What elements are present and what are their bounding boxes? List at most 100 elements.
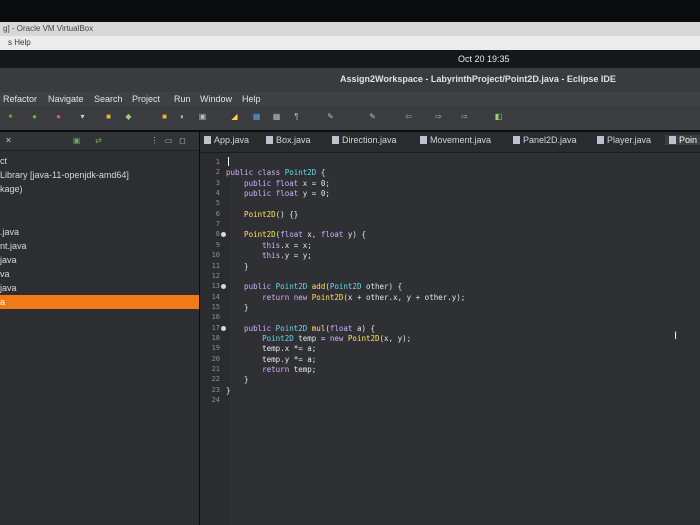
mouse-cursor-icon: I bbox=[674, 330, 678, 342]
code-line[interactable]: this.x = x; bbox=[226, 241, 312, 250]
collapse-icon[interactable]: ▣ bbox=[72, 136, 81, 145]
code-token: temp.x *= a; bbox=[226, 344, 317, 354]
guest-topbar: Oct 20 19:35 bbox=[0, 50, 700, 68]
highlight-icon[interactable]: ◢ bbox=[230, 112, 239, 121]
mark-icon[interactable]: ▦ bbox=[252, 112, 261, 121]
tree-item[interactable]: ct bbox=[0, 156, 7, 166]
toggle-icon[interactable]: ▦ bbox=[272, 112, 281, 121]
dropdown-icon[interactable]: ▾ bbox=[78, 112, 87, 121]
code-token: Point2D bbox=[226, 209, 276, 219]
code-line[interactable]: return temp; bbox=[226, 365, 316, 374]
code-line[interactable]: Point2D(float x, float y) { bbox=[226, 230, 366, 239]
debug-icon[interactable]: ● bbox=[30, 112, 39, 121]
java-file-icon bbox=[513, 136, 520, 144]
new-icon[interactable]: ✦ bbox=[6, 112, 15, 121]
minimize-icon[interactable]: ▭ bbox=[164, 136, 173, 145]
java-file-icon bbox=[332, 136, 339, 144]
menu-run[interactable]: Run bbox=[174, 92, 191, 106]
tab-player[interactable]: Player.java bbox=[597, 135, 651, 145]
line-number: 4 bbox=[215, 189, 220, 198]
code-line[interactable]: } bbox=[226, 386, 231, 395]
eclipse-titlebar: Assign2Workspace - LabyrinthProject/Poin… bbox=[0, 68, 700, 92]
code-line[interactable]: } bbox=[226, 262, 249, 271]
code-line[interactable]: return new Point2D(x + other.x, y + othe… bbox=[226, 293, 465, 302]
link-icon[interactable]: ⇄ bbox=[94, 136, 103, 145]
eclipse-menubar: Refactor Navigate Search Project Run Win… bbox=[0, 92, 700, 106]
line-number: 9 bbox=[215, 240, 220, 249]
menu-refactor[interactable]: Refactor bbox=[3, 92, 37, 106]
line-number: 16 bbox=[211, 313, 220, 322]
code-line[interactable]: public class Point2D { bbox=[226, 168, 325, 177]
package-explorer-header: ✕ ▣ ⇄ ⋮ ▭ ◻ bbox=[0, 132, 199, 151]
tree-item[interactable]: java bbox=[0, 283, 17, 293]
tab-movement[interactable]: Movement.java bbox=[420, 135, 491, 145]
tab-panel2d[interactable]: Panel2D.java bbox=[513, 135, 577, 145]
code-token: add bbox=[311, 282, 326, 292]
menu-help[interactable]: Help bbox=[242, 92, 261, 106]
tree-item[interactable]: nt.java bbox=[0, 241, 27, 251]
line-number: 14 bbox=[211, 292, 220, 301]
code-token: public class bbox=[226, 168, 285, 178]
line-number: 3 bbox=[215, 178, 220, 187]
annotation-icon[interactable]: ✎ bbox=[326, 112, 335, 121]
line-number: 5 bbox=[215, 199, 220, 208]
menu-project[interactable]: Project bbox=[132, 92, 160, 106]
code-token: { bbox=[316, 168, 326, 178]
tab-box[interactable]: Box.java bbox=[266, 135, 311, 145]
code-line[interactable]: this.y = y; bbox=[226, 251, 312, 260]
clock[interactable]: Oct 20 19:35 bbox=[458, 50, 510, 68]
virtualbox-menu-help[interactable]: s Help bbox=[8, 38, 31, 47]
tab-app[interactable]: App.java bbox=[204, 135, 249, 145]
code-token: Point2D bbox=[226, 333, 299, 343]
menu-window[interactable]: Window bbox=[200, 92, 232, 106]
tree-item[interactable]: kage) bbox=[0, 184, 23, 194]
close-icon[interactable]: ✕ bbox=[4, 136, 13, 145]
edit-icon[interactable]: ✎ bbox=[368, 112, 377, 121]
code-line[interactable]: } bbox=[226, 303, 249, 312]
open-type-icon[interactable]: ◆ bbox=[124, 112, 133, 121]
code-token: Point2D bbox=[275, 323, 312, 333]
tree-item[interactable]: java bbox=[0, 255, 17, 265]
pin-icon[interactable]: ¶ bbox=[292, 112, 301, 121]
run-icon[interactable]: ● bbox=[54, 112, 63, 121]
tab-label: Poin bbox=[679, 135, 698, 145]
text-caret bbox=[228, 157, 229, 166]
open-folder-icon[interactable]: ■ bbox=[160, 112, 169, 121]
tab-label: App.java bbox=[214, 135, 250, 145]
tree-item-selected[interactable]: a bbox=[0, 295, 199, 309]
screen: g] - Oracle VM VirtualBox s Help Oct 20 … bbox=[0, 0, 700, 525]
perspective-icon[interactable]: ◧ bbox=[494, 112, 503, 121]
line-number: 8 bbox=[215, 230, 220, 239]
code-line[interactable]: Point2D() {} bbox=[226, 210, 298, 219]
search-icon[interactable]: ◐ bbox=[178, 112, 187, 121]
tab-direction[interactable]: Direction.java bbox=[332, 135, 397, 145]
code-line[interactable]: Point2D temp = new Point2D(x, y); bbox=[226, 334, 411, 343]
code-line[interactable]: public float x = 0; bbox=[226, 179, 330, 188]
code-line[interactable]: } bbox=[226, 375, 249, 384]
tree-item[interactable]: va bbox=[0, 269, 10, 279]
code-token: this bbox=[226, 251, 281, 261]
line-number: 17 bbox=[211, 323, 220, 332]
menu-navigate[interactable]: Navigate bbox=[48, 92, 84, 106]
new-class-icon[interactable]: ■ bbox=[104, 112, 113, 121]
code-token: temp = bbox=[298, 333, 330, 343]
code-line[interactable]: temp.y *= a; bbox=[226, 355, 316, 364]
tab-point2d[interactable]: Poin bbox=[665, 135, 700, 145]
back-icon[interactable]: ⇦ bbox=[404, 112, 413, 121]
code-token: Point2D bbox=[284, 168, 317, 178]
tree-item[interactable]: .java bbox=[0, 227, 19, 237]
code-line[interactable]: public float y = 0; bbox=[226, 189, 330, 198]
code-token: } bbox=[226, 385, 231, 395]
menu-search[interactable]: Search bbox=[94, 92, 123, 106]
forward-icon[interactable]: ⇨ bbox=[434, 112, 443, 121]
code-line[interactable]: temp.x *= a; bbox=[226, 344, 316, 353]
tree-item[interactable]: Library [java-11-openjdk-amd64] bbox=[0, 170, 129, 180]
history-icon[interactable]: ⇨ bbox=[460, 112, 469, 121]
code-token: a) { bbox=[356, 323, 376, 333]
build-icon[interactable]: ▣ bbox=[198, 112, 207, 121]
view-menu-icon[interactable]: ⋮ bbox=[150, 136, 159, 145]
maximize-icon[interactable]: ◻ bbox=[178, 136, 187, 145]
code-editor[interactable]: 1 2 3 4 5 6 7 8 9 10 11 12 13 14 15 16 17 18 19 20 21 22 23 24 … bbox=[200, 153, 700, 525]
code-line[interactable]: public Point2D mul(float a) { bbox=[226, 324, 375, 333]
code-line[interactable]: public Point2D add(Point2D other) { bbox=[226, 282, 402, 291]
